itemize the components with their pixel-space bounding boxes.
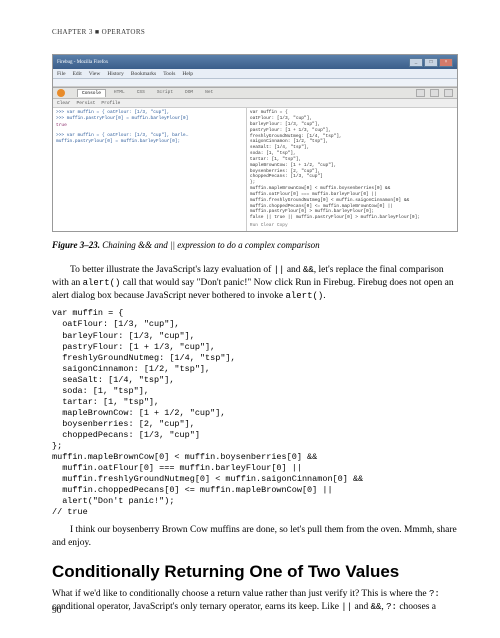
firebug-profile: Profile xyxy=(101,101,120,106)
paragraph: What if we'd like to conditionally choos… xyxy=(52,588,458,614)
menu-tools: Tools xyxy=(163,71,175,77)
firebug-console-output: >>> var muffin = { oatFlour: [1/3, "cup"… xyxy=(53,108,247,231)
firebug-ctrl-icon xyxy=(430,89,439,97)
menu-help: Help xyxy=(182,71,193,77)
firebug-tab-css: CSS xyxy=(133,89,149,96)
menu-file: File xyxy=(57,71,66,77)
firebug-ctrl-icon xyxy=(416,89,425,97)
browser-toolbar xyxy=(53,79,457,87)
chapter-header: CHAPTER 3 ■ OPERATORS xyxy=(52,28,458,36)
browser-menubar: File Edit View History Bookmarks Tools H… xyxy=(53,69,457,79)
firebug-panel: Console HTML CSS Script DOM Net Clear Pe… xyxy=(53,87,457,231)
firebug-tab-console: Console xyxy=(77,89,106,97)
figure-caption: Figure 3–23. Chaining && and || expressi… xyxy=(52,240,458,250)
firebug-icon xyxy=(57,89,65,97)
figure-text: Chaining && and || expression to do a co… xyxy=(100,240,320,250)
firebug-screenshot: Firebug - Mozilla Firefox _ □ × File Edi… xyxy=(52,54,458,232)
page-number: 90 xyxy=(52,606,62,616)
section-heading: Conditionally Returning One of Two Value… xyxy=(52,562,458,582)
code-listing: var muffin = { oatFlour: [1/3, "cup"], b… xyxy=(52,308,458,518)
firebug-ctrl-icon xyxy=(444,89,453,97)
figure-label: Figure 3–23. xyxy=(52,240,100,250)
menu-edit: Edit xyxy=(73,71,82,77)
window-titlebar: Firebug - Mozilla Firefox _ □ × xyxy=(53,55,457,69)
window-title: Firebug - Mozilla Firefox xyxy=(57,60,409,65)
minimize-icon: _ xyxy=(409,58,423,67)
firebug-tabbar: Console HTML CSS Script DOM Net xyxy=(53,88,457,99)
firebug-tab-script: Script xyxy=(153,89,177,96)
firebug-tab-html: HTML xyxy=(110,89,129,96)
firebug-tab-dom: DOM xyxy=(181,89,197,96)
maximize-icon: □ xyxy=(424,58,438,67)
menu-history: History xyxy=(107,71,124,77)
close-icon: × xyxy=(439,58,453,67)
firebug-tab-net: Net xyxy=(201,89,217,96)
paragraph: To better illustrate the JavaScript's la… xyxy=(52,264,458,302)
firebug-persist: Persist xyxy=(77,101,96,106)
menu-bookmarks: Bookmarks xyxy=(131,71,156,77)
firebug-subbar: Clear Persist Profile xyxy=(53,99,457,108)
paragraph: I think our boysenberry Brown Cow muffin… xyxy=(52,524,458,550)
firebug-run-controls: Run Clear Copy xyxy=(250,223,454,229)
firebug-editor-pane: var muffin = { oatFlour: [1/3, "cup"], b… xyxy=(247,108,457,231)
firebug-clear: Clear xyxy=(57,101,71,106)
menu-view: View xyxy=(89,71,101,77)
